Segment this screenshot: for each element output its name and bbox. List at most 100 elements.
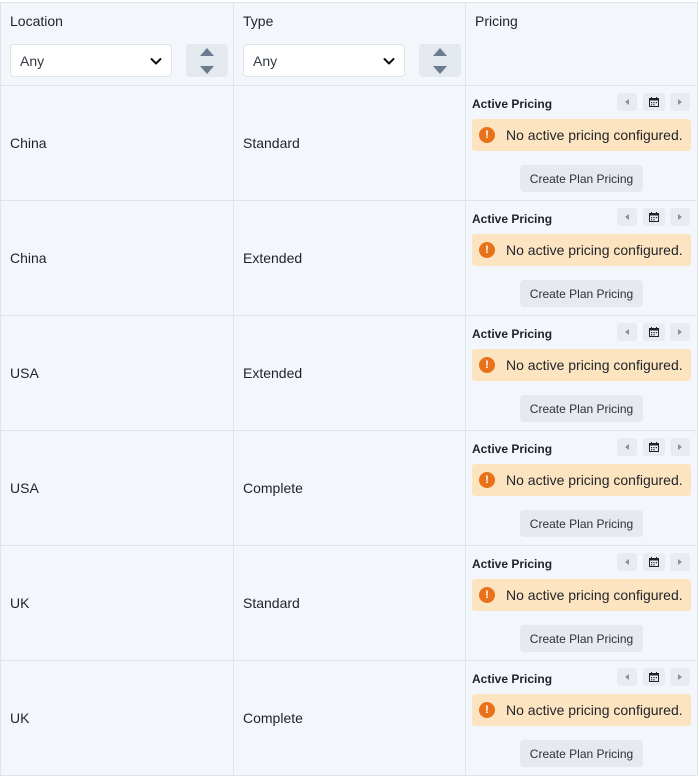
calendar-button[interactable] <box>643 438 665 456</box>
type-header-cell: Type Any <box>234 3 466 85</box>
no-pricing-alert: ! No active pricing configured. <box>472 349 691 381</box>
previous-pricing-button[interactable] <box>617 93 637 111</box>
chevron-down-icon <box>150 58 162 65</box>
location-filter-value: Any <box>20 52 45 69</box>
calendar-button[interactable] <box>643 208 665 226</box>
header-row: Location Any Type Any Pricing <box>1 3 698 86</box>
alert-message: No active pricing configured. <box>506 472 683 488</box>
no-pricing-alert: ! No active pricing configured. <box>472 579 691 611</box>
calendar-button[interactable] <box>643 323 665 341</box>
create-plan-pricing-button[interactable]: Create Plan Pricing <box>520 280 643 307</box>
caret-right-icon <box>678 329 682 335</box>
alert-message: No active pricing configured. <box>506 587 683 603</box>
previous-pricing-button[interactable] <box>617 553 637 571</box>
calendar-icon <box>649 97 659 107</box>
calendar-button[interactable] <box>643 553 665 571</box>
location-cell: USA <box>1 316 234 430</box>
sort-down-icon <box>433 66 447 74</box>
table-row: USA Complete Active Pricing ! No active … <box>1 431 698 546</box>
create-plan-pricing-button[interactable]: Create Plan Pricing <box>520 395 643 422</box>
next-pricing-button[interactable] <box>670 668 690 686</box>
location-value: USA <box>10 365 39 381</box>
active-pricing-title: Active Pricing <box>472 672 553 686</box>
location-value: UK <box>10 710 30 726</box>
caret-left-icon <box>625 674 629 680</box>
location-value: USA <box>10 480 39 496</box>
caret-right-icon <box>678 444 682 450</box>
location-cell: China <box>1 201 234 315</box>
next-pricing-button[interactable] <box>670 323 690 341</box>
no-pricing-alert: ! No active pricing configured. <box>472 234 691 266</box>
pricing-header: Pricing <box>475 13 518 29</box>
pricing-cell: Active Pricing ! No active pricing confi… <box>466 201 698 315</box>
type-value: Extended <box>243 365 303 381</box>
chevron-down-icon <box>383 58 395 65</box>
caret-left-icon <box>625 329 629 335</box>
type-value: Extended <box>243 250 303 266</box>
type-sort-button[interactable] <box>419 44 461 77</box>
create-plan-pricing-button[interactable]: Create Plan Pricing <box>520 625 643 652</box>
location-filter-select[interactable]: Any <box>10 44 172 77</box>
next-pricing-button[interactable] <box>670 208 690 226</box>
table-row: UK Complete Active Pricing ! No active p… <box>1 661 698 776</box>
previous-pricing-button[interactable] <box>617 323 637 341</box>
location-value: China <box>10 135 47 151</box>
calendar-icon <box>649 442 659 452</box>
next-pricing-button[interactable] <box>670 93 690 111</box>
location-header-cell: Location Any <box>1 3 234 85</box>
warning-icon: ! <box>479 702 495 718</box>
warning-icon: ! <box>479 127 495 143</box>
table-body: China Standard Active Pricing ! No activ… <box>1 86 698 776</box>
calendar-button[interactable] <box>643 93 665 111</box>
active-pricing-title: Active Pricing <box>472 442 553 456</box>
caret-left-icon <box>625 559 629 565</box>
alert-message: No active pricing configured. <box>506 702 683 718</box>
sort-down-icon <box>200 66 214 74</box>
create-plan-pricing-button[interactable]: Create Plan Pricing <box>520 165 643 192</box>
sort-up-icon <box>433 48 447 56</box>
caret-right-icon <box>678 674 682 680</box>
pricing-header-cell: Pricing <box>466 3 698 85</box>
active-pricing-title: Active Pricing <box>472 557 553 571</box>
calendar-icon <box>649 672 659 682</box>
caret-left-icon <box>625 214 629 220</box>
next-pricing-button[interactable] <box>670 438 690 456</box>
caret-left-icon <box>625 444 629 450</box>
caret-right-icon <box>678 99 682 105</box>
alert-message: No active pricing configured. <box>506 357 683 373</box>
type-filter-select[interactable]: Any <box>243 44 405 77</box>
location-header: Location <box>10 13 63 29</box>
create-plan-pricing-button[interactable]: Create Plan Pricing <box>520 510 643 537</box>
calendar-icon <box>649 212 659 222</box>
table-row: USA Extended Active Pricing ! No active … <box>1 316 698 431</box>
previous-pricing-button[interactable] <box>617 208 637 226</box>
type-cell: Extended <box>234 201 466 315</box>
next-pricing-button[interactable] <box>670 553 690 571</box>
type-value: Standard <box>243 595 300 611</box>
location-sort-button[interactable] <box>186 44 228 77</box>
caret-right-icon <box>678 559 682 565</box>
pricing-cell: Active Pricing ! No active pricing confi… <box>466 546 698 660</box>
previous-pricing-button[interactable] <box>617 668 637 686</box>
warning-icon: ! <box>479 587 495 603</box>
create-plan-pricing-button[interactable]: Create Plan Pricing <box>520 740 643 767</box>
location-cell: China <box>1 86 234 200</box>
calendar-button[interactable] <box>643 668 665 686</box>
caret-right-icon <box>678 214 682 220</box>
pricing-cell: Active Pricing ! No active pricing confi… <box>466 86 698 200</box>
warning-icon: ! <box>479 242 495 258</box>
previous-pricing-button[interactable] <box>617 438 637 456</box>
alert-message: No active pricing configured. <box>506 242 683 258</box>
pricing-cell: Active Pricing ! No active pricing confi… <box>466 661 698 775</box>
table-row: China Standard Active Pricing ! No activ… <box>1 86 698 201</box>
type-value: Standard <box>243 135 300 151</box>
type-cell: Complete <box>234 661 466 775</box>
type-value: Complete <box>243 710 303 726</box>
no-pricing-alert: ! No active pricing configured. <box>472 694 691 726</box>
plans-table: Location Any Type Any Pricing China Stan… <box>0 2 698 776</box>
type-filter-value: Any <box>253 52 278 69</box>
location-cell: UK <box>1 661 234 775</box>
alert-message: No active pricing configured. <box>506 127 683 143</box>
warning-icon: ! <box>479 357 495 373</box>
warning-icon: ! <box>479 472 495 488</box>
